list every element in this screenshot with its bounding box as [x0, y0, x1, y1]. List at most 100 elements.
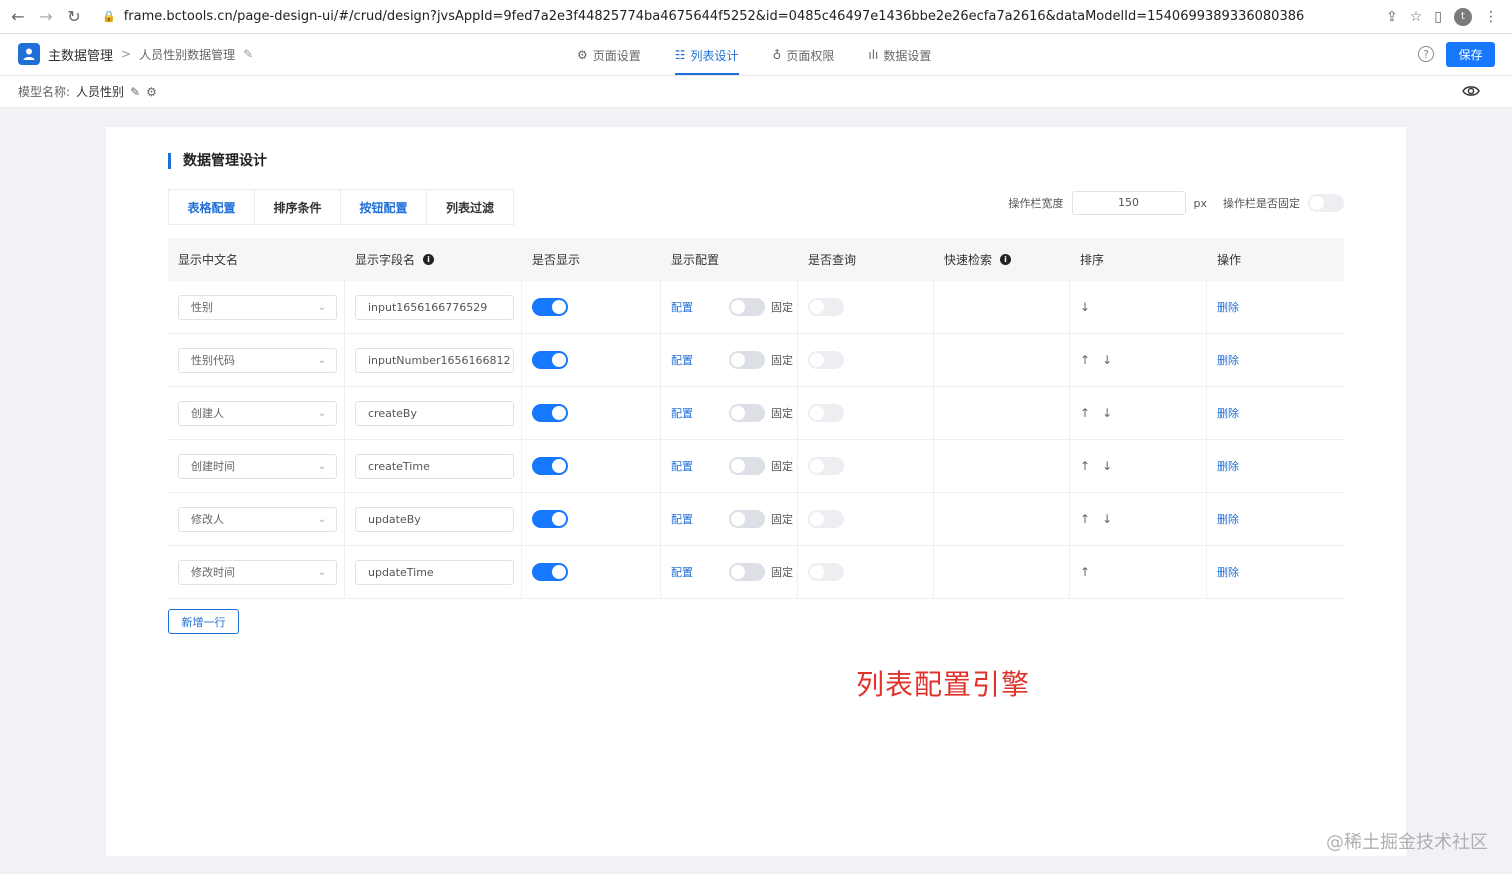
field-name-input[interactable]: createBy — [355, 400, 514, 426]
select-value: 性别代码 — [191, 354, 235, 367]
fixed-toggle[interactable] — [729, 510, 765, 528]
visible-toggle[interactable] — [532, 404, 568, 422]
width-unit: px — [1193, 196, 1208, 210]
display-name-select[interactable]: 修改人 ⌄ — [178, 506, 337, 532]
fixed-toggle[interactable] — [729, 298, 765, 316]
address-bar[interactable]: 🔒 frame.bctools.cn/page-design-ui/#/crud… — [102, 3, 1386, 31]
field-name-input[interactable]: updateBy — [355, 506, 514, 532]
info-icon[interactable]: i — [423, 254, 435, 265]
forward-icon[interactable]: → — [32, 3, 60, 31]
config-link[interactable]: 配置 — [671, 299, 693, 315]
cell-display-name: 性别代码 ⌄ — [168, 333, 345, 387]
visible-toggle[interactable] — [532, 563, 568, 581]
query-toggle[interactable] — [808, 457, 844, 475]
action-fixed-toggle[interactable] — [1308, 194, 1344, 212]
delete-link[interactable]: 删除 — [1217, 405, 1239, 421]
fixed-toggle[interactable] — [729, 457, 765, 475]
edit-icon[interactable]: ✎ — [243, 47, 253, 61]
display-name-select[interactable]: 创建时间 ⌄ — [178, 453, 337, 479]
add-row-button[interactable]: 新增一行 — [168, 609, 239, 634]
cell-quick-search — [934, 439, 1070, 493]
tab-sort-conditions[interactable]: 排序条件 — [255, 190, 341, 224]
header-actions: 操作 — [1217, 253, 1242, 267]
visible-toggle[interactable] — [532, 457, 568, 475]
avatar[interactable]: t — [1454, 7, 1472, 26]
field-name-input[interactable]: input1656166776529 — [355, 294, 514, 320]
tab-page-settings[interactable]: ⚙ 页面设置 — [560, 34, 658, 76]
header-sort: 排序 — [1080, 253, 1105, 267]
config-link[interactable]: 配置 — [671, 458, 693, 474]
visible-toggle[interactable] — [532, 351, 568, 369]
more-icon[interactable]: ⋮ — [1484, 9, 1498, 25]
display-name-select[interactable]: 性别 ⌄ — [178, 294, 337, 320]
lock-icon: 🔒 — [102, 10, 116, 23]
display-name-select[interactable]: 修改时间 ⌄ — [178, 559, 337, 585]
fixed-toggle[interactable] — [729, 404, 765, 422]
tab-data-settings[interactable]: ılı 数据设置 — [851, 34, 948, 76]
edit-icon[interactable]: ✎ — [130, 85, 140, 99]
field-name-input[interactable]: inputNumber1656166812 — [355, 347, 514, 373]
tab-page-permission[interactable]: ♁ 页面权限 — [756, 34, 852, 76]
tab-button-config[interactable]: 按钮配置 — [341, 190, 427, 224]
query-toggle[interactable] — [808, 404, 844, 422]
tab-list-filter[interactable]: 列表过滤 — [427, 190, 513, 224]
config-link[interactable]: 配置 — [671, 405, 693, 421]
tab-list-design[interactable]: ☷ 列表设计 — [658, 34, 756, 76]
arrow-down-icon[interactable]: ↓ — [1102, 459, 1112, 473]
query-toggle[interactable] — [808, 351, 844, 369]
cell-queryable — [798, 280, 934, 334]
select-value: 创建人 — [191, 407, 224, 420]
delete-link[interactable]: 删除 — [1217, 564, 1239, 580]
chevron-down-icon: ⌄ — [317, 354, 326, 366]
arrow-down-icon[interactable]: ↓ — [1102, 512, 1112, 526]
table-body: 性别 ⌄ input1656166776529 配置 固定 ↓ 删除 性别代码 ⌄ inputNu… — [168, 280, 1344, 599]
eye-icon[interactable] — [1462, 84, 1480, 101]
fixed-toggle[interactable] — [729, 563, 765, 581]
visible-toggle[interactable] — [532, 510, 568, 528]
sidepanel-icon[interactable]: ▯ — [1434, 9, 1442, 25]
save-button[interactable]: 保存 — [1446, 42, 1495, 67]
arrow-down-icon[interactable]: ↓ — [1080, 300, 1090, 314]
lock-icon: ♁ — [772, 48, 782, 62]
query-toggle[interactable] — [808, 563, 844, 581]
delete-link[interactable]: 删除 — [1217, 352, 1239, 368]
arrow-up-icon[interactable]: ↑ — [1080, 512, 1090, 526]
select-value: 创建时间 — [191, 460, 235, 473]
display-name-select[interactable]: 创建人 ⌄ — [178, 400, 337, 426]
tab-table-config[interactable]: 表格配置 — [169, 190, 255, 224]
width-label: 操作栏宽度 — [1008, 197, 1064, 210]
cell-field-name: input1656166776529 — [345, 280, 522, 334]
field-name-input[interactable]: updateTime — [355, 559, 514, 585]
action-width-input[interactable]: 150 — [1071, 191, 1186, 215]
config-link[interactable]: 配置 — [671, 564, 693, 580]
arrow-up-icon[interactable]: ↑ — [1080, 459, 1090, 473]
bar-chart-icon: ılı — [868, 48, 879, 62]
query-toggle[interactable] — [808, 298, 844, 316]
query-toggle[interactable] — [808, 510, 844, 528]
arrow-up-icon[interactable]: ↑ — [1080, 406, 1090, 420]
cell-display-name: 创建人 ⌄ — [168, 386, 345, 440]
share-icon[interactable]: ⇪ — [1386, 9, 1398, 25]
settings-icon[interactable]: ⚙ — [146, 85, 157, 99]
field-name-input[interactable]: createTime — [355, 453, 514, 479]
star-icon[interactable]: ☆ — [1410, 9, 1423, 25]
config-link[interactable]: 配置 — [671, 352, 693, 368]
back-icon[interactable]: ← — [4, 3, 32, 31]
cell-quick-search — [934, 333, 1070, 387]
info-icon[interactable]: i — [1000, 254, 1012, 265]
reload-icon[interactable]: ↻ — [60, 3, 88, 31]
delete-link[interactable]: 删除 — [1217, 458, 1239, 474]
delete-link[interactable]: 删除 — [1217, 299, 1239, 315]
app-name[interactable]: 主数据管理 — [48, 45, 113, 64]
visible-toggle[interactable] — [532, 298, 568, 316]
arrow-down-icon[interactable]: ↓ — [1102, 406, 1112, 420]
display-name-select[interactable]: 性别代码 ⌄ — [178, 347, 337, 373]
fixed-toggle[interactable] — [729, 351, 765, 369]
cell-queryable — [798, 492, 934, 546]
delete-link[interactable]: 删除 — [1217, 511, 1239, 527]
config-link[interactable]: 配置 — [671, 511, 693, 527]
help-icon[interactable]: ? — [1418, 46, 1434, 62]
arrow-down-icon[interactable]: ↓ — [1102, 353, 1112, 367]
arrow-up-icon[interactable]: ↑ — [1080, 353, 1090, 367]
arrow-up-icon[interactable]: ↑ — [1080, 565, 1090, 579]
